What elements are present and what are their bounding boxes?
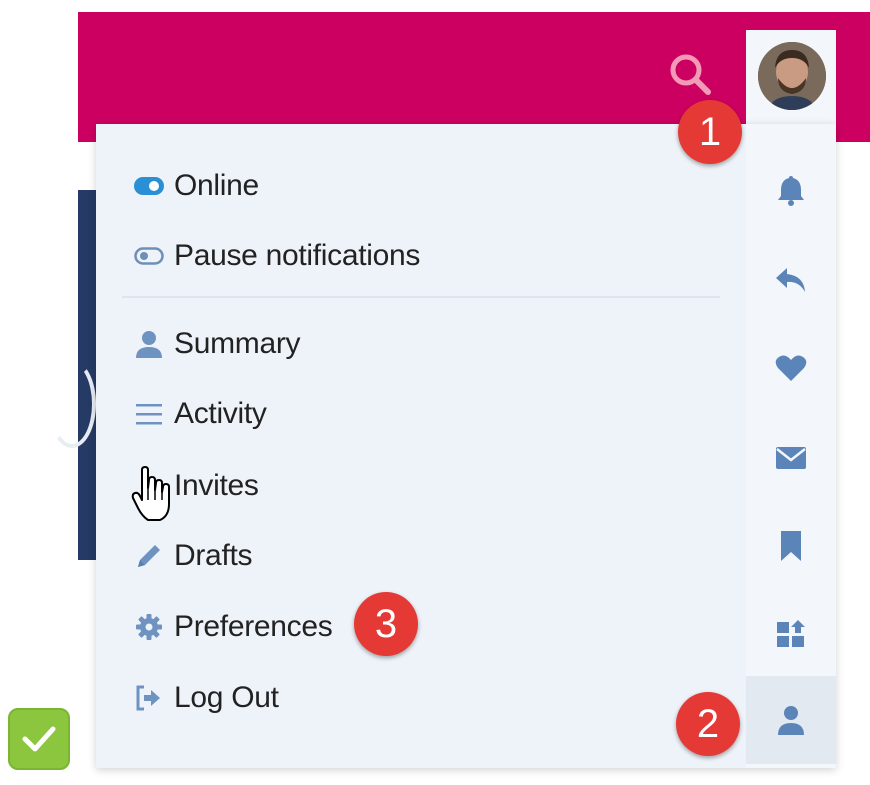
menu-item-pause-notifications[interactable]: Pause notifications <box>134 234 420 278</box>
menu-item-drafts[interactable]: Drafts <box>134 534 253 578</box>
menu-item-online[interactable]: Online <box>134 164 259 208</box>
user-menu-panel: Online Pause notifications Summary Activ… <box>96 124 836 768</box>
menu-item-activity[interactable]: Activity <box>134 392 267 436</box>
heart-icon <box>775 355 807 381</box>
toggle-on-icon <box>134 171 174 201</box>
rail-profile-button[interactable] <box>746 676 836 764</box>
user-avatar[interactable] <box>758 42 826 110</box>
rail-bookmarks-button[interactable] <box>746 502 836 590</box>
menu-item-label: Log Out <box>174 681 279 714</box>
menu-item-log-out[interactable]: Log Out <box>134 676 279 720</box>
pencil-icon <box>134 541 174 571</box>
menu-item-label: Drafts <box>174 539 253 572</box>
annotation-badge-2: 2 <box>676 692 740 756</box>
annotation-badge-1: 1 <box>678 100 742 164</box>
list-icon <box>134 399 174 429</box>
rail-review-button[interactable] <box>746 590 836 678</box>
menu-item-label: Online <box>174 169 259 202</box>
checkmark-badge <box>8 708 70 770</box>
menu-item-summary[interactable]: Summary <box>134 322 301 366</box>
gear-icon <box>134 612 174 642</box>
menu-item-label: Preferences <box>174 610 333 643</box>
annotation-badge-3: 3 <box>354 592 418 656</box>
search-button[interactable] <box>668 52 712 96</box>
menu-item-label: Summary <box>174 327 301 360</box>
quick-access-rail <box>746 124 836 768</box>
check-icon <box>22 726 56 752</box>
menu-item-label: Invites <box>174 469 259 502</box>
envelope-icon <box>776 447 806 469</box>
menu-divider <box>122 296 720 298</box>
bell-icon <box>778 176 804 206</box>
user-menu-button[interactable] <box>746 30 836 124</box>
bookmark-icon <box>781 531 801 561</box>
banner-decoration <box>48 360 96 448</box>
reply-icon <box>776 268 805 292</box>
menu-item-label: Activity <box>174 397 267 430</box>
menu-item-label: Pause notifications <box>174 239 421 272</box>
rail-notifications-button[interactable] <box>746 146 836 234</box>
shapes-icon <box>777 620 805 647</box>
rail-likes-button[interactable] <box>746 324 836 412</box>
user-icon <box>134 329 174 359</box>
rail-messages-button[interactable] <box>746 414 836 502</box>
rail-replies-button[interactable] <box>746 236 836 324</box>
hand-pointer-icon <box>130 466 174 524</box>
sign-out-icon <box>134 683 174 713</box>
menu-item-preferences[interactable]: Preferences <box>134 605 333 649</box>
user-icon <box>778 706 804 735</box>
quick-access-menu: Online Pause notifications Summary Activ… <box>96 124 746 768</box>
search-icon <box>670 54 711 95</box>
toggle-off-icon <box>134 241 174 271</box>
